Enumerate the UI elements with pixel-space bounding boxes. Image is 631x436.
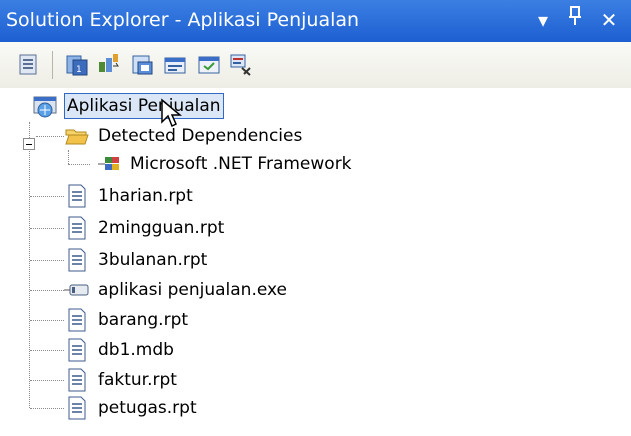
tree-connector — [30, 350, 64, 351]
tree-node-file[interactable]: barang.rpt — [64, 306, 190, 334]
framework-icon — [96, 151, 122, 177]
tree-node-label: faktur.rpt — [98, 370, 177, 390]
tree-connector — [30, 408, 64, 409]
show-all-files-icon[interactable]: 1 — [64, 52, 90, 78]
svg-text:1: 1 — [76, 65, 82, 75]
tree-connector — [30, 228, 64, 229]
tree-connector — [29, 122, 30, 408]
tree-connector — [30, 260, 64, 261]
tree-node-file[interactable]: db1.mdb — [64, 336, 176, 364]
tree-connector — [30, 380, 64, 381]
auto-hide-pin-icon[interactable] — [562, 6, 588, 34]
tree-node-label: db1.mdb — [98, 340, 174, 360]
tree-node-project[interactable]: Aplikasi Penjualan — [32, 92, 224, 120]
tree-node-file[interactable]: 2mingguan.rpt — [64, 214, 226, 242]
tree-connector — [68, 164, 90, 165]
copy-web-icon[interactable] — [228, 52, 254, 78]
tree-node-label: petugas.rpt — [98, 398, 197, 418]
document-icon — [64, 307, 90, 333]
tree-connector — [30, 290, 64, 291]
tree-node-label: Microsoft .NET Framework — [130, 154, 352, 174]
document-icon — [64, 247, 90, 273]
tree-node-label: 3bulanan.rpt — [98, 250, 208, 270]
tree-connector — [30, 196, 64, 197]
mouse-pointer-icon — [160, 98, 184, 130]
document-icon — [64, 367, 90, 393]
view-code-icon[interactable] — [130, 52, 156, 78]
refresh-icon[interactable] — [96, 52, 122, 78]
window-position-dropdown-icon[interactable]: ▾ — [530, 6, 556, 34]
close-icon[interactable]: ✕ — [596, 6, 622, 34]
tree-node-framework[interactable]: Microsoft .NET Framework — [96, 150, 354, 178]
properties-icon[interactable] — [16, 52, 42, 78]
executable-icon — [64, 277, 90, 303]
title-bar: Solution Explorer - Aplikasi Penjualan ▾… — [0, 0, 631, 42]
tree-node-file[interactable]: aplikasi penjualan.exe — [64, 276, 289, 304]
tree-node-file[interactable]: 1harian.rpt — [64, 182, 195, 210]
solution-tree: Aplikasi Penjualan Detected Dependencies… — [0, 88, 631, 436]
collapse-toggle[interactable] — [23, 138, 35, 150]
tree-node-label: Aplikasi Penjualan — [64, 93, 224, 119]
document-icon — [64, 395, 90, 421]
tree-node-label: aplikasi penjualan.exe — [98, 280, 288, 300]
folder-open-icon — [64, 123, 90, 149]
tree-node-label: Detected Dependencies — [98, 126, 303, 146]
tree-node-file[interactable]: 3bulanan.rpt — [64, 246, 209, 274]
tree-node-label: 2mingguan.rpt — [98, 218, 225, 238]
window-title: Solution Explorer - Aplikasi Penjualan — [6, 9, 360, 31]
tree-connector — [30, 320, 64, 321]
tree-connector — [36, 136, 64, 137]
tree-node-label: 1harian.rpt — [98, 186, 193, 206]
tree-node-file[interactable]: faktur.rpt — [64, 366, 179, 394]
tree-node-dependencies[interactable]: Detected Dependencies — [64, 122, 304, 150]
tree-node-label: barang.rpt — [98, 310, 189, 330]
document-icon — [64, 215, 90, 241]
document-icon — [64, 183, 90, 209]
tree-connector — [68, 150, 69, 164]
document-icon — [64, 337, 90, 363]
view-class-diagram-icon[interactable] — [196, 52, 222, 78]
toolbar-separator — [52, 51, 53, 79]
solution-explorer-toolbar: 1 — [0, 42, 631, 89]
project-icon — [32, 93, 58, 119]
tree-node-file[interactable]: petugas.rpt — [64, 394, 199, 422]
view-designer-icon[interactable] — [162, 52, 188, 78]
